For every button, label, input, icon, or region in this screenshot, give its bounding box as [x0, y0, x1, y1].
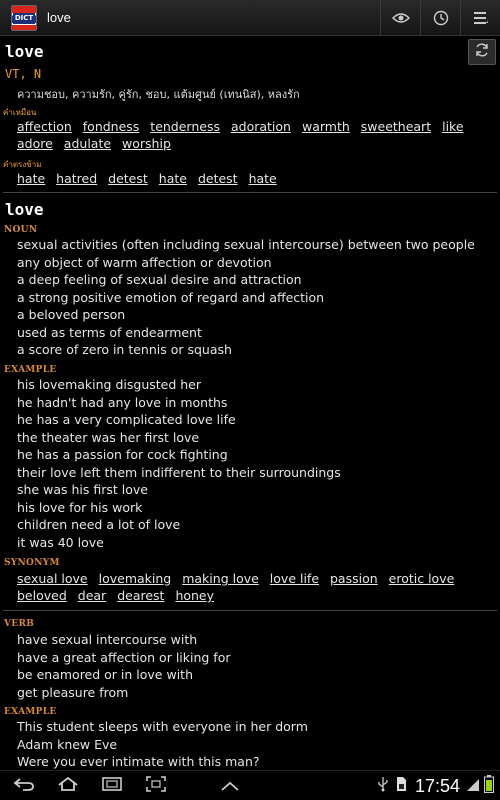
- synonym-link[interactable]: love life: [270, 571, 319, 586]
- synonym-link[interactable]: lovemaking: [99, 571, 172, 586]
- example-item: he hadn't had any love in months: [17, 394, 228, 410]
- example-item: he has a very complicated love life: [17, 412, 236, 427]
- pos-divider: [3, 610, 497, 611]
- noun-definitions: sexual activities (often including sexua…: [17, 236, 475, 359]
- example-item: Adam knew Eve: [17, 736, 118, 752]
- synonym-link[interactable]: tenderness: [150, 119, 220, 134]
- definition-item: used as terms of endearment: [17, 324, 202, 340]
- history-button[interactable]: [420, 0, 460, 36]
- example-item: Were you ever intimate with this man?: [17, 754, 260, 769]
- back-icon: [13, 776, 35, 795]
- example-item: their love left them indifferent to thei…: [17, 464, 341, 480]
- system-bar: 17:54: [0, 770, 500, 800]
- synonym-link[interactable]: fondness: [83, 119, 140, 134]
- sd-card-icon: [395, 776, 407, 796]
- verb-label: VERB: [4, 619, 35, 629]
- overflow-menu-button[interactable]: [460, 0, 500, 36]
- antonym-link[interactable]: hate: [159, 171, 187, 186]
- verb-examples: This student sleeps with everyone in her…: [17, 718, 308, 770]
- example-item: his lovemaking disgusted her: [17, 377, 202, 392]
- definition-item: a deep feeling of sexual desire and attr…: [17, 272, 302, 287]
- eye-icon: [391, 12, 410, 24]
- noun-examples: his lovemaking disgusted her he hadn't ha…: [17, 376, 341, 551]
- screenshot-button[interactable]: [134, 771, 178, 800]
- example-item: children need a lot of love: [17, 517, 181, 532]
- synonym-link[interactable]: dearest: [117, 588, 164, 603]
- app-title: love: [47, 10, 71, 25]
- status-area[interactable]: 17:54: [377, 771, 500, 800]
- menu-icon: [473, 11, 489, 25]
- definition-item: sexual activities (often including sexua…: [17, 237, 475, 252]
- refresh-button[interactable]: [468, 39, 496, 65]
- recent-apps-icon: [102, 776, 122, 795]
- synonym-link[interactable]: erotic love: [389, 571, 455, 586]
- synonym-link[interactable]: honey: [175, 588, 214, 603]
- synonym-link[interactable]: dear: [78, 588, 106, 603]
- entry-divider: [3, 192, 497, 193]
- synonym-link[interactable]: adulate: [64, 136, 111, 151]
- synonym-link[interactable]: worship: [122, 136, 171, 151]
- home-button[interactable]: [46, 771, 90, 800]
- synonym-links: affection fondness tenderness adoration …: [17, 118, 495, 152]
- verb-example-label: EXAMPLE: [4, 707, 57, 717]
- definition-item: be enamored or in love with: [17, 667, 193, 682]
- antonym-link[interactable]: hate: [17, 171, 45, 186]
- antonym-link[interactable]: hatred: [56, 171, 97, 186]
- definition-content[interactable]: love VT, N ความชอบ, ความรัก, คู่รัก, ชอบ…: [0, 37, 500, 770]
- synonym-link[interactable]: adore: [17, 136, 53, 151]
- definition-item: have a great affection or liking for: [17, 649, 231, 665]
- wifi-icon: [466, 776, 480, 796]
- synonym-link[interactable]: like: [442, 119, 463, 134]
- synonym-link[interactable]: affection: [17, 119, 72, 134]
- example-item: the theater was her first love: [17, 429, 200, 445]
- thai-translation: ความชอบ, ความรัก, คู่รัก, ชอบ, แต้มศูนย์…: [17, 88, 300, 101]
- eye-button[interactable]: [380, 0, 420, 36]
- synonym-label: SYNONYM: [4, 558, 60, 568]
- example-item: it was 40 love: [17, 534, 104, 550]
- definition-item: any object of warm affection or devotion: [17, 254, 272, 270]
- verb-definitions: have sexual intercourse with have a great…: [17, 631, 231, 701]
- example-item: he has a passion for cock fighting: [17, 447, 228, 462]
- synonym-link[interactable]: making love: [182, 571, 259, 586]
- example-item: his love for his work: [17, 499, 143, 515]
- app-logo-label: DICT: [13, 12, 35, 24]
- show-more-button[interactable]: [208, 771, 252, 800]
- example-item: she was his first love: [17, 482, 148, 497]
- synonym-link[interactable]: warmth: [302, 119, 350, 134]
- action-bar-actions: [380, 0, 500, 36]
- recent-apps-button[interactable]: [90, 771, 134, 800]
- definition-item: a strong positive emotion of regard and …: [17, 289, 325, 305]
- antonym-link[interactable]: hate: [249, 171, 277, 186]
- definition-item: a score of zero in tennis or squash: [17, 342, 232, 357]
- refresh-icon: [474, 42, 490, 62]
- part-of-speech: VT, N: [5, 67, 42, 81]
- app-logo[interactable]: DICT: [11, 4, 37, 31]
- screenshot-icon: [146, 775, 166, 796]
- chevron-up-icon: [220, 776, 240, 795]
- definition-item: a beloved person: [17, 307, 126, 322]
- status-clock: 17:54: [414, 775, 460, 796]
- antonym-link[interactable]: detest: [108, 171, 148, 186]
- headword-thai-entry: love: [5, 42, 44, 61]
- history-icon: [433, 10, 449, 26]
- synonym-link[interactable]: passion: [330, 571, 378, 586]
- example-item: This student sleeps with everyone in her…: [17, 719, 308, 734]
- synonym-link[interactable]: sweetheart: [361, 119, 431, 134]
- noun-label: NOUN: [4, 225, 38, 235]
- antonym-links: hate hatred detest hate detest hate: [17, 170, 495, 187]
- synonym-link[interactable]: sexual love: [17, 571, 88, 586]
- synonym-link[interactable]: adoration: [231, 119, 291, 134]
- home-icon: [57, 776, 79, 795]
- definition-item: have sexual intercourse with: [17, 632, 198, 647]
- action-bar: DICT love: [0, 0, 500, 36]
- back-button[interactable]: [2, 771, 46, 800]
- synonym-link[interactable]: beloved: [17, 588, 67, 603]
- usb-icon: [377, 776, 389, 796]
- example-label: EXAMPLE: [4, 365, 57, 375]
- definition-item: get pleasure from: [17, 684, 129, 700]
- headword-english-entry: love: [5, 200, 44, 219]
- noun-synonym-links: sexual love lovemaking making love love …: [17, 570, 495, 604]
- battery-icon: [484, 775, 494, 797]
- antonym-link[interactable]: detest: [198, 171, 238, 186]
